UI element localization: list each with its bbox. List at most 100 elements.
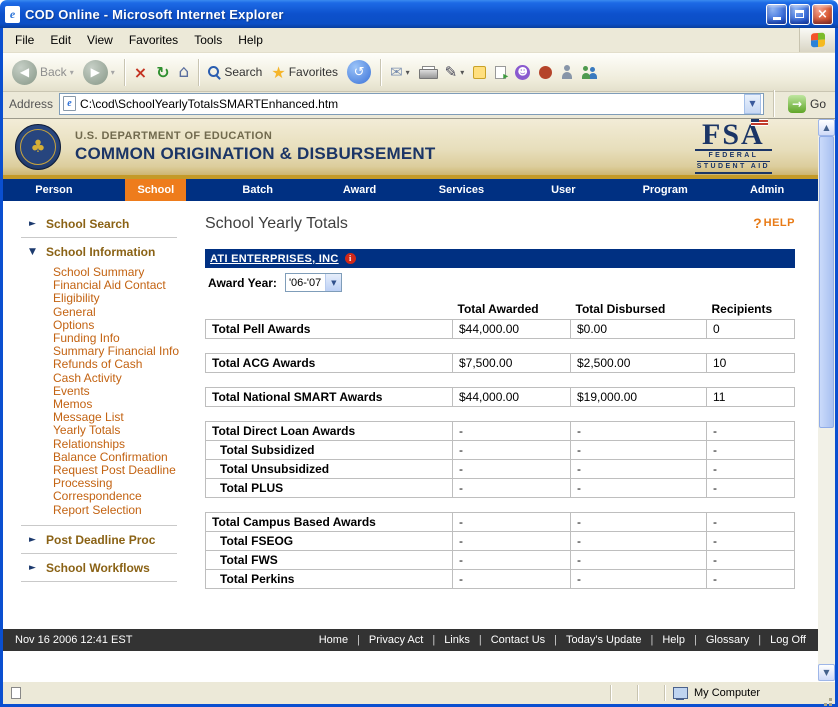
table-row-total-pell-awards: Total Pell Awards$44,000.00$0.000	[206, 320, 795, 339]
refresh-button[interactable]: ↻	[153, 61, 172, 84]
col-header-total-disbursed: Total Disbursed	[571, 299, 707, 320]
status-divider	[610, 685, 611, 701]
footer-link-privacy-act[interactable]: Privacy Act	[369, 634, 423, 646]
contacts-button[interactable]	[579, 63, 603, 81]
profile-button[interactable]	[558, 63, 576, 81]
footer-link-links[interactable]: Links	[444, 634, 470, 646]
menu-help[interactable]: Help	[230, 29, 271, 51]
address-input[interactable]: e C:\cod\SchoolYearlyTotalsSMARTEnhanced…	[59, 93, 764, 115]
search-icon	[208, 66, 221, 79]
table-row-total-subsidized: Total Subsidized---	[206, 441, 795, 460]
title-bar[interactable]: e COD Online - Microsoft Internet Explor…	[0, 0, 838, 28]
menu-view[interactable]: View	[79, 29, 121, 51]
total-awarded-value: -	[453, 460, 571, 479]
footer-separator: |	[554, 634, 557, 646]
print-button[interactable]	[416, 64, 439, 81]
maximize-button[interactable]	[789, 4, 810, 25]
nav-tab-user[interactable]: User	[512, 179, 614, 201]
sidebar-link-relationships[interactable]: Relationships	[53, 438, 199, 451]
sidebar-link-cash-activity[interactable]: Cash Activity	[53, 372, 199, 385]
nav-tab-school[interactable]: School	[105, 179, 207, 201]
nav-tab-services[interactable]: Services	[411, 179, 513, 201]
row-label: Total PLUS	[206, 479, 453, 498]
forward-button[interactable]: ▶ ▾	[80, 58, 118, 87]
menu-favorites[interactable]: Favorites	[121, 29, 186, 51]
history-icon: ↺	[347, 60, 371, 84]
recipients-value: -	[707, 422, 795, 441]
toolbar-separator	[773, 90, 774, 117]
research-button[interactable]	[492, 64, 509, 81]
go-button[interactable]: → Go	[783, 95, 831, 113]
nav-tab-award[interactable]: Award	[309, 179, 411, 201]
recipients-value: -	[707, 570, 795, 589]
menu-tools[interactable]: Tools	[186, 29, 230, 51]
school-name-link[interactable]: ATI ENTERPRISES, INC	[210, 253, 339, 265]
total-disbursed-value: -	[571, 422, 707, 441]
sidebar-link-correspondence[interactable]: Correspondence	[53, 490, 199, 503]
sidebar-section-label: School Search	[46, 217, 129, 231]
menu-file[interactable]: File	[7, 29, 42, 51]
sidebar-link-yearly-totals[interactable]: Yearly Totals	[53, 424, 199, 437]
scroll-down-button[interactable]: ▼	[818, 664, 835, 681]
scroll-up-button[interactable]: ▲	[818, 119, 835, 136]
minimize-button[interactable]	[766, 4, 787, 25]
footer-link-glossary[interactable]: Glossary	[706, 634, 749, 646]
people-icon	[582, 65, 600, 79]
info-icon[interactable]: i	[345, 253, 356, 264]
footer-link-help[interactable]: Help	[662, 634, 685, 646]
application-title: COMMON ORIGINATION & DISBURSEMENT	[75, 144, 435, 164]
menu-edit[interactable]: Edit	[42, 29, 79, 51]
sidebar-section-label: School Information	[46, 245, 155, 259]
menu-bar: FileEditViewFavoritesToolsHelp	[3, 28, 835, 53]
sidebar-link-general[interactable]: General	[53, 306, 199, 319]
favorites-button[interactable]: ★ Favorites	[268, 61, 341, 84]
nav-tab-program[interactable]: Program	[614, 179, 716, 201]
window-frame: FileEditViewFavoritesToolsHelp ◀ Back ▾ …	[0, 28, 838, 707]
stop-button[interactable]: ×	[131, 61, 150, 84]
nav-tab-label: Admin	[738, 179, 796, 201]
nav-tab-person[interactable]: Person	[3, 179, 105, 201]
footer-link-contact-us[interactable]: Contact Us	[491, 634, 545, 646]
sidebar-section-school-search: ►School Search	[3, 211, 199, 236]
footer-link-home[interactable]: Home	[319, 634, 348, 646]
award-year-select[interactable]: '06-'07 ▼	[285, 273, 342, 292]
close-button[interactable]: ×	[812, 4, 833, 25]
page-title: School Yearly Totals	[205, 215, 348, 233]
history-button[interactable]: ↺	[344, 58, 374, 86]
minimize-icon	[773, 17, 781, 20]
footer-link-log-off[interactable]: Log Off	[770, 634, 806, 646]
address-dropdown-button[interactable]: ▼	[744, 94, 761, 114]
select-dropdown-icon: ▼	[325, 274, 341, 291]
zone-label: My Computer	[694, 687, 760, 699]
sidebar-section-header-school-information[interactable]: ▼School Information	[3, 239, 199, 264]
sidebar-link-refunds-of-cash[interactable]: Refunds of Cash	[53, 358, 199, 371]
award-year-value: '06-'07	[286, 277, 325, 289]
sidebar-link-eligibility[interactable]: Eligibility	[53, 292, 199, 305]
help-button[interactable]: ? HELP	[753, 215, 795, 231]
search-button[interactable]: Search	[205, 63, 265, 81]
resize-grip[interactable]	[819, 684, 833, 702]
messenger-button[interactable]: ☻	[512, 63, 533, 82]
home-button[interactable]: ⌂	[176, 60, 193, 84]
scrollbar-thumb[interactable]	[819, 136, 834, 428]
edit-button[interactable]: ✎ ▾	[442, 61, 468, 83]
page-footer: Nov 16 2006 12:41 EST Home|Privacy Act|L…	[3, 629, 818, 651]
sidebar: ►School Search▼School InformationSchool …	[3, 201, 199, 629]
footer-link-today-s-update[interactable]: Today's Update	[566, 634, 641, 646]
recipients-value: -	[707, 460, 795, 479]
total-disbursed-value: $0.00	[571, 320, 707, 339]
sidebar-section-header-post-deadline-proc[interactable]: ►Post Deadline Proc	[3, 527, 199, 552]
sidebar-section-header-school-workflows[interactable]: ►School Workflows	[3, 555, 199, 580]
browser-window: e COD Online - Microsoft Internet Explor…	[0, 0, 838, 707]
scrollbar-track[interactable]	[818, 136, 835, 664]
discuss-button[interactable]	[470, 64, 489, 81]
address-url: C:\cod\SchoolYearlyTotalsSMARTEnhanced.h…	[80, 97, 740, 111]
nav-tab-batch[interactable]: Batch	[207, 179, 309, 201]
vertical-scrollbar[interactable]: ▲ ▼	[818, 119, 835, 681]
mail-button[interactable]: ✉ ▾	[387, 61, 413, 83]
media-button[interactable]	[536, 64, 555, 81]
sidebar-section-header-school-search[interactable]: ►School Search	[3, 211, 199, 236]
sidebar-link-report-selection[interactable]: Report Selection	[53, 504, 199, 517]
nav-tab-admin[interactable]: Admin	[716, 179, 818, 201]
back-button[interactable]: ◀ Back ▾	[9, 58, 77, 87]
